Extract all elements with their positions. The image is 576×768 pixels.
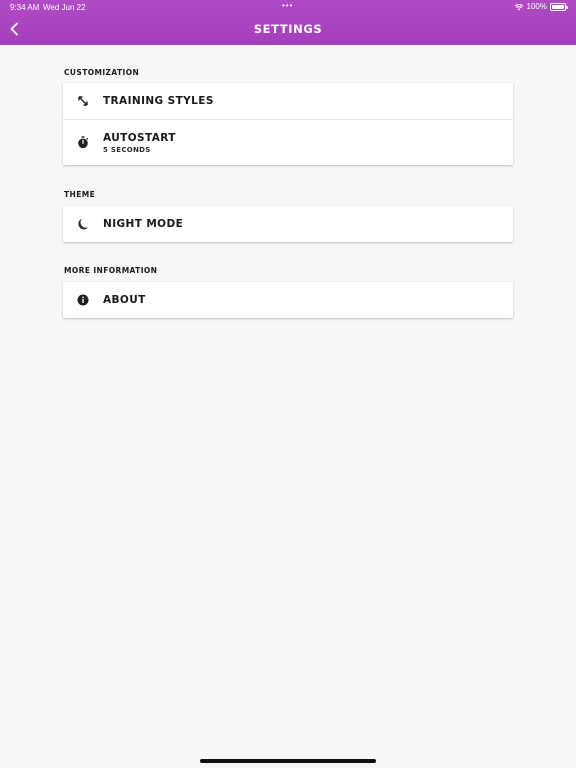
home-indicator[interactable] [200,759,376,763]
night-mode-text: NIGHT MODE [103,218,183,230]
more-information-card: ABOUT [63,282,513,318]
battery-icon [550,2,568,11]
autostart-text: AUTOSTART 5 SECONDS [103,132,176,154]
status-time: 9:34 AM [10,3,40,12]
night-mode-item[interactable]: NIGHT MODE [63,206,513,242]
training-styles-text: TRAINING STYLES [103,95,214,107]
multitasking-dots[interactable]: ••• [282,1,293,10]
theme-card: NIGHT MODE [63,206,513,242]
about-item[interactable]: ABOUT [63,282,513,318]
about-text: ABOUT [103,294,146,306]
about-label: ABOUT [103,294,146,306]
info-icon [75,292,91,308]
status-right: 100% [514,2,568,11]
customization-card: TRAINING STYLES AUTOSTART 5 SECONDS [63,83,513,165]
autostart-item[interactable]: AUTOSTART 5 SECONDS [63,119,513,165]
arrows-diagonal-icon [75,93,91,109]
moon-icon [75,216,91,232]
night-mode-label: NIGHT MODE [103,218,184,230]
page-title: SETTINGS [253,22,323,36]
app-bar: 9:34 AM Wed Jun 22 ••• 100% SETTINGS [0,0,576,45]
status-date: Wed Jun 22 [43,3,86,12]
section-title-customization: CUSTOMIZATION [64,68,140,77]
autostart-value: 5 SECONDS [103,145,151,154]
stopwatch-icon [75,135,91,151]
battery-percent: 100% [526,2,547,11]
section-title-more-information: MORE INFORMATION [64,266,158,275]
training-styles-item[interactable]: TRAINING STYLES [63,83,513,119]
training-styles-label: TRAINING STYLES [103,95,214,107]
autostart-label: AUTOSTART [103,131,176,144]
wifi-icon [514,3,523,10]
status-bar: 9:34 AM Wed Jun 22 ••• 100% [0,0,576,14]
section-title-theme: THEME [64,190,96,199]
